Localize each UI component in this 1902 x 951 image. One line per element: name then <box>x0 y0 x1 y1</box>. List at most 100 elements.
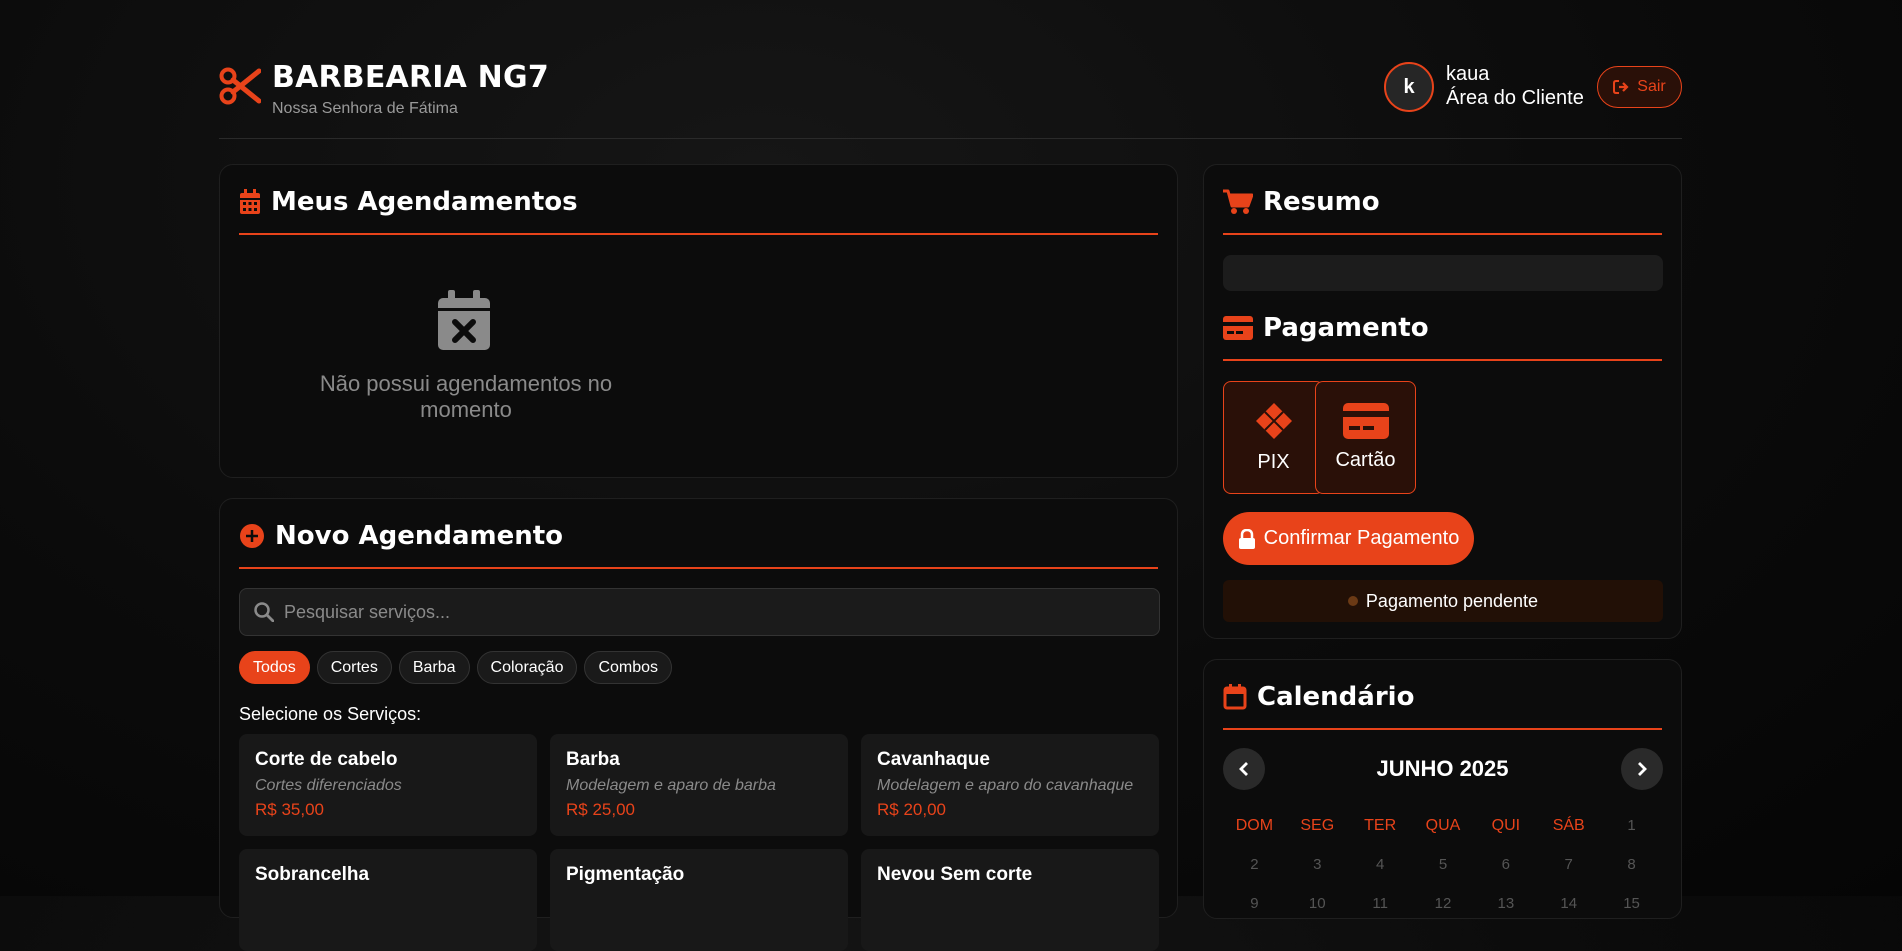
next-month-button[interactable] <box>1621 748 1663 790</box>
weekday-label: DOM <box>1235 816 1274 834</box>
service-price: R$ 35,00 <box>255 800 324 819</box>
search-icon <box>254 602 274 622</box>
service-card[interactable]: Cavanhaque Modelagem e aparo do cavanhaq… <box>861 734 1159 836</box>
calendar-day[interactable]: 8 <box>1600 845 1663 884</box>
new-appointment-heading: Novo Agendamento <box>239 521 563 551</box>
calendar-day[interactable]: 9 <box>1223 884 1286 923</box>
calendar-day[interactable]: 7 <box>1537 845 1600 884</box>
credit-card-icon <box>1342 403 1389 439</box>
confirm-payment-button[interactable]: Confirmar Pagamento <box>1223 512 1474 565</box>
appointments-title: Meus Agendamentos <box>271 187 578 217</box>
weekday-label: QUI <box>1491 816 1521 834</box>
filter-cortes[interactable]: Cortes <box>316 651 392 684</box>
confirm-payment-label: Confirmar Pagamento <box>1263 527 1460 549</box>
empty-appointments-text: Não possui agendamentos no momento <box>319 371 613 422</box>
logout-button[interactable]: Sair <box>1597 66 1682 108</box>
calendar-day[interactable]: 11 <box>1349 884 1412 923</box>
calendar-day[interactable]: 2 <box>1223 845 1286 884</box>
service-name: Corte de cabelo <box>255 749 398 770</box>
calendar-day[interactable]: 10 <box>1286 884 1349 923</box>
calendar-day[interactable]: 3 <box>1286 845 1349 884</box>
calendar-day[interactable]: 13 <box>1474 884 1537 923</box>
summary-box <box>1223 255 1663 291</box>
avatar[interactable]: k <box>1384 62 1434 112</box>
service-card[interactable]: Nevou Sem corte <box>861 849 1159 951</box>
pix-label: PIX <box>1257 451 1290 473</box>
plus-circle-icon <box>240 524 264 548</box>
payment-title: Pagamento <box>1263 313 1429 343</box>
brand-subtitle: Nossa Senhora de Fátima <box>272 100 458 117</box>
summary-heading: Resumo <box>1223 187 1380 217</box>
calendar-day[interactable]: 14 <box>1537 884 1600 923</box>
filter-barba[interactable]: Barba <box>398 651 470 684</box>
service-name: Nevou Sem corte <box>877 864 1033 885</box>
calendar-heading: Calendário <box>1223 682 1414 712</box>
divider <box>1223 728 1662 730</box>
weekday-label: SÁB <box>1552 816 1585 834</box>
summary-payment-card: Resumo Pagamento PIX Cartão Confirmar Pa… <box>1203 164 1682 639</box>
calendar-icon <box>240 189 260 214</box>
service-description: Cortes diferenciados <box>255 777 402 794</box>
service-name: Barba <box>566 749 620 770</box>
service-price: R$ 20,00 <box>877 800 946 819</box>
services-grid: Corte de cabelo Cortes diferenciados R$ … <box>239 734 1160 951</box>
service-name: Pigmentação <box>566 864 685 885</box>
select-services-label: Selecione os Serviços: <box>239 704 422 724</box>
service-name: Cavanhaque <box>877 749 990 770</box>
card-label: Cartão <box>1335 449 1396 471</box>
credit-card-icon <box>1223 316 1253 340</box>
lock-icon <box>1238 528 1255 549</box>
divider <box>1223 359 1662 361</box>
calendar-day[interactable]: 12 <box>1412 884 1475 923</box>
scissors-icon <box>219 67 261 105</box>
user-role: Área do Cliente <box>1446 87 1584 109</box>
divider <box>1223 233 1662 235</box>
calendar-day[interactable]: 1 <box>1600 806 1663 845</box>
service-card[interactable]: Pigmentação <box>550 849 848 951</box>
new-appointment-title: Novo Agendamento <box>275 521 564 551</box>
brand-title: BARBEARIA NG7 <box>272 60 549 95</box>
calendar-day[interactable]: 5 <box>1412 845 1475 884</box>
filter-chips: Todos Cortes Barba Coloração Combos <box>239 651 673 684</box>
pix-icon <box>1255 403 1292 439</box>
divider <box>239 233 1158 235</box>
service-card[interactable]: Corte de cabelo Cortes diferenciados R$ … <box>239 734 537 836</box>
appointments-card: Meus Agendamentos Não possui agendamento… <box>219 164 1178 478</box>
service-name: Sobrancelha <box>255 864 370 885</box>
service-card[interactable]: Sobrancelha <box>239 849 537 951</box>
calendar-day[interactable]: 6 <box>1474 845 1537 884</box>
service-description: Modelagem e aparo de barba <box>566 777 776 794</box>
app-header: BARBEARIA NG7 Nossa Senhora de Fátima k … <box>219 0 1682 139</box>
search-input[interactable] <box>284 601 1144 623</box>
service-card[interactable]: Barba Modelagem e aparo de barba R$ 25,0… <box>550 734 848 836</box>
service-price: R$ 25,00 <box>566 800 635 819</box>
payment-heading: Pagamento <box>1223 313 1429 343</box>
month-label: JUNHO 2025 <box>1376 756 1509 781</box>
filter-todos[interactable]: Todos <box>239 651 310 684</box>
summary-title: Resumo <box>1263 187 1380 217</box>
status-dot <box>1347 596 1358 606</box>
divider <box>239 567 1158 569</box>
search-bar[interactable] <box>239 588 1160 636</box>
payment-option-pix[interactable]: PIX <box>1223 381 1324 494</box>
filter-coloracao[interactable]: Coloração <box>476 651 578 684</box>
user-name: kaua <box>1446 63 1490 85</box>
calendar-grid: DOM SEG TER QUA QUI SÁB 1 2 3 4 5 6 7 8 … <box>1223 806 1663 923</box>
payment-status: Pagamento pendente <box>1223 580 1663 622</box>
chevron-right-icon <box>1638 762 1647 776</box>
calendar-icon <box>1223 684 1247 710</box>
appointments-heading: Meus Agendamentos <box>239 187 578 217</box>
calendar-day[interactable]: 4 <box>1349 845 1412 884</box>
calendar-title: Calendário <box>1257 682 1415 712</box>
calendar-day[interactable]: 15 <box>1600 884 1663 923</box>
weekday-label: QUA <box>1425 816 1461 834</box>
cart-icon <box>1223 189 1253 214</box>
logout-label: Sair <box>1637 78 1666 95</box>
calendar-x-icon <box>438 290 490 350</box>
payment-option-card[interactable]: Cartão <box>1315 381 1416 494</box>
service-description: Modelagem e aparo do cavanhaque <box>877 777 1134 794</box>
filter-combos[interactable]: Combos <box>584 651 673 684</box>
payment-status-text: Pagamento pendente <box>1365 590 1539 611</box>
sign-out-icon <box>1613 80 1629 94</box>
calendar-card: Calendário JUNHO 2025 DOM SEG TER QUA QU… <box>1203 659 1682 919</box>
